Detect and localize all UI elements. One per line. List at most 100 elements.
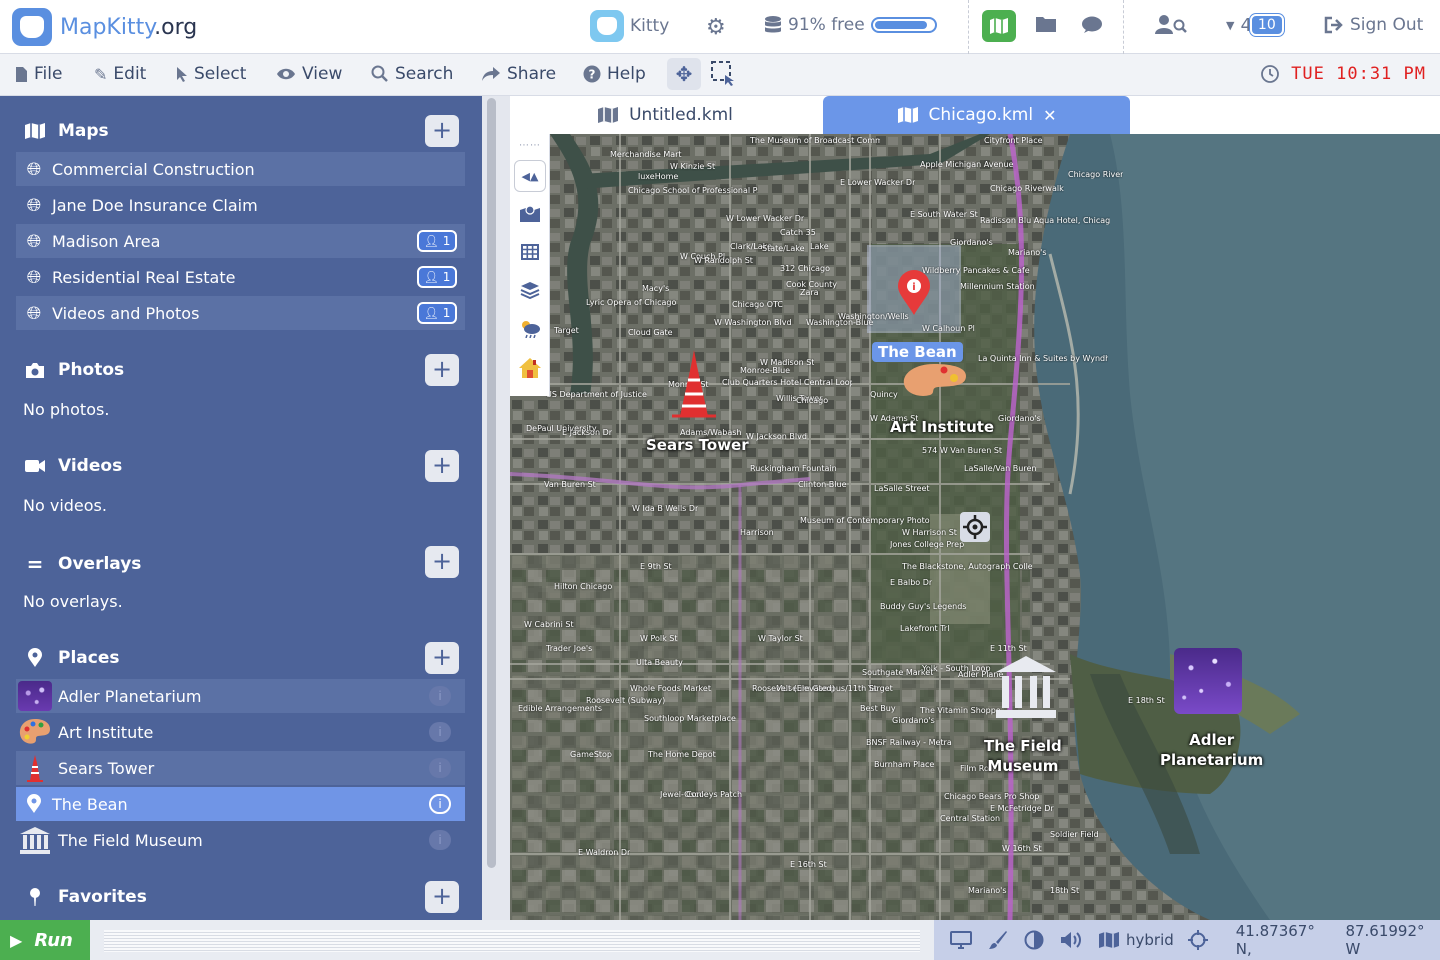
place-item[interactable]: The Field Museum i — [16, 823, 465, 857]
place-item-label: The Bean — [52, 794, 128, 814]
disk-usage-fill — [874, 21, 928, 29]
the-bean-marker[interactable]: i — [897, 270, 931, 320]
street-label: Roosevelt (Elevated) — [752, 684, 835, 693]
place-item[interactable]: Sears Tower i — [16, 751, 465, 785]
street-label: Conleys Patch — [686, 790, 743, 799]
museum-icon — [996, 656, 1056, 718]
basemap-label[interactable]: hybrid — [1126, 931, 1174, 949]
info-icon[interactable]: i — [429, 794, 451, 814]
sidebar: Maps + 🌐︎ Commercial Construction 🌐︎ Jan… — [0, 96, 482, 920]
add-favorite-button[interactable]: + — [425, 881, 459, 913]
street-label: W Harrison St — [902, 528, 957, 537]
folder-button[interactable] — [1035, 15, 1057, 33]
globe-icon: 🌐︎ — [26, 266, 42, 288]
map-item[interactable]: 🌐︎ Residential Real Estate 👤︎ 1 — [16, 260, 465, 294]
crosshair-icon[interactable] — [1187, 930, 1208, 950]
place-item[interactable]: Adler Planetarium i — [16, 679, 465, 713]
basemap-icon[interactable] — [1098, 931, 1120, 949]
chat-button[interactable] — [1081, 15, 1103, 35]
user-profile-button[interactable]: Kitty — [590, 10, 669, 42]
place-item[interactable]: Art Institute i — [16, 715, 465, 749]
user-search-button[interactable] — [1155, 14, 1187, 36]
script-console[interactable] — [104, 930, 920, 952]
tab-chicago[interactable]: Chicago.kml ✕ — [823, 96, 1130, 134]
run-button[interactable]: ▶ Run — [0, 920, 90, 960]
place-item-label: Adler Planetarium — [58, 686, 202, 706]
share-menu[interactable]: Share — [481, 64, 556, 84]
view-menu[interactable]: View — [276, 64, 342, 84]
logo[interactable]: MapKitty.org — [12, 8, 197, 46]
shared-users-badge[interactable]: 👤︎ 1 — [417, 230, 457, 252]
info-icon[interactable]: i — [429, 830, 451, 850]
map-view-button[interactable] — [982, 10, 1016, 42]
tab-untitled[interactable]: Untitled.kml — [580, 96, 750, 134]
street-label: LaSalle Street — [874, 484, 930, 493]
street-label: The Home Depot — [648, 750, 716, 759]
field-museum-marker[interactable] — [994, 654, 1058, 724]
street-label: Chicago River — [1068, 170, 1124, 179]
planetarium-icon[interactable] — [1174, 648, 1242, 714]
street-label: Wildberry Pancakes & Cafe — [922, 266, 1030, 275]
map-canvas[interactable]: RIVERMerchandise MartThe Museum of Broad… — [510, 134, 1440, 920]
contrast-icon[interactable] — [1024, 930, 1044, 950]
collapse-button[interactable]: ◀▲ — [514, 160, 546, 192]
art-institute-label[interactable]: Art Institute — [890, 418, 994, 436]
sign-out-button[interactable]: Sign Out — [1324, 15, 1423, 35]
info-icon[interactable]: i — [429, 722, 451, 742]
map-pins-button[interactable] — [514, 200, 546, 232]
map-item[interactable]: 🌐︎ Jane Doe Insurance Claim — [16, 188, 465, 222]
sears-tower-marker[interactable] — [666, 348, 722, 424]
add-photo-button[interactable]: + — [425, 354, 459, 386]
status-bar: hybrid 41.87367° N, 87.61992° W — [934, 920, 1440, 960]
street-label: E South Water St — [910, 210, 978, 219]
the-bean-label[interactable]: The Bean — [872, 342, 963, 362]
select-menu[interactable]: Select — [176, 64, 246, 84]
street-label: W Ida B Wells Dr — [632, 504, 699, 513]
map-center-crosshair[interactable] — [960, 512, 990, 542]
pan-tool-button[interactable]: ✥ — [667, 58, 701, 90]
weather-button[interactable] — [514, 314, 546, 346]
home-button[interactable] — [514, 354, 546, 386]
edit-menu[interactable]: ✎ Edit — [94, 64, 146, 84]
close-icon[interactable]: ✕ — [1043, 106, 1056, 125]
monitor-icon[interactable] — [950, 931, 972, 949]
brush-icon[interactable] — [988, 930, 1008, 950]
help-menu[interactable]: ? Help — [583, 64, 646, 84]
map-item-label: Residential Real Estate — [52, 267, 236, 287]
search-menu-label: Search — [395, 64, 454, 84]
info-icon[interactable]: i — [429, 758, 451, 778]
shared-users-badge[interactable]: 👤︎ 1 — [417, 266, 457, 288]
info-icon[interactable]: i — [429, 686, 451, 706]
notifications-button[interactable]: ▼ 4 10 — [1226, 14, 1284, 36]
sears-tower-label[interactable]: Sears Tower — [646, 436, 749, 454]
volume-icon[interactable] — [1060, 931, 1084, 949]
street-label: 18th St — [1050, 886, 1080, 895]
add-place-button[interactable]: + — [425, 642, 459, 674]
layers-button[interactable] — [514, 276, 546, 308]
street-label: Radisson Blu Aqua Hotel, Chicago — [980, 216, 1110, 225]
adler-planetarium-label[interactable]: Adler Planetarium — [1160, 730, 1263, 770]
shared-users-badge[interactable]: 👤︎ 1 — [417, 302, 457, 324]
palette-icon — [903, 364, 966, 396]
search-menu[interactable]: Search — [371, 64, 453, 84]
marquee-select-button[interactable] — [710, 60, 736, 86]
sidebar-scrollbar-thumb[interactable] — [487, 98, 496, 868]
divider — [968, 0, 969, 54]
add-overlay-button[interactable]: + — [425, 546, 459, 578]
settings-button[interactable]: ⚙ — [706, 15, 726, 40]
marquee-select-icon — [710, 60, 736, 86]
add-map-button[interactable]: + — [425, 115, 459, 147]
field-museum-label[interactable]: The Field Museum — [984, 736, 1062, 776]
map-item[interactable]: 🌐︎ Madison Area 👤︎ 1 — [16, 224, 465, 258]
drag-handle[interactable]: ⋯⋯ — [514, 138, 546, 152]
art-institute-marker[interactable] — [900, 362, 970, 404]
street-label: Chicago School of Professional Psycholog… — [628, 186, 758, 195]
map-item[interactable]: 🌐︎ Commercial Construction — [16, 152, 465, 186]
street-label: E Balbo Dr — [890, 578, 933, 587]
place-item-selected[interactable]: The Bean i — [16, 787, 465, 821]
file-menu[interactable]: File — [15, 64, 62, 84]
grid-button[interactable] — [514, 238, 546, 270]
add-video-button[interactable]: + — [425, 450, 459, 482]
street-label: La Quinta Inn & Suites by Wyndham — [978, 354, 1108, 363]
map-item[interactable]: 🌐︎ Videos and Photos 👤︎ 1 — [16, 296, 465, 330]
